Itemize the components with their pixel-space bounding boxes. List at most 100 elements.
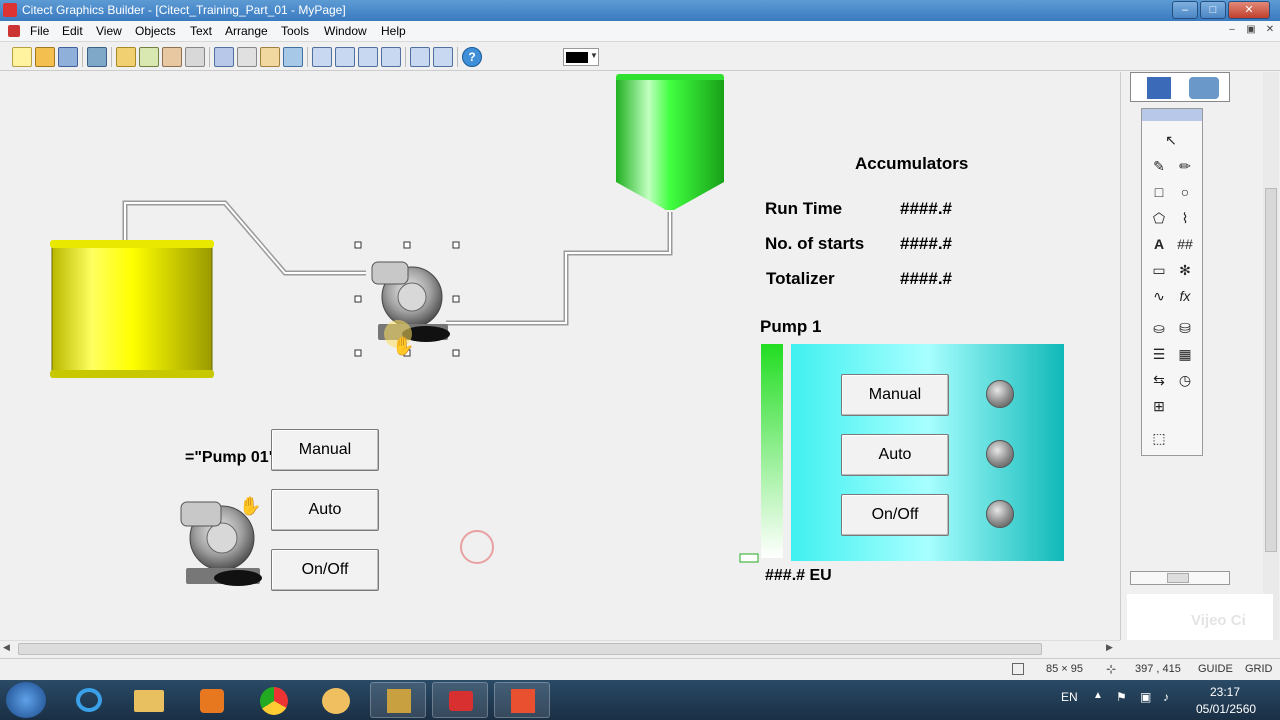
drawing-canvas[interactable]: ✋ ✋ Accumulators Run Time ####.# No. of … (6, 72, 1118, 640)
tray-flag-icon[interactable]: ⚑ (1116, 690, 1127, 704)
language-indicator[interactable]: EN (1061, 690, 1078, 704)
vertical-scrollbar[interactable] (1263, 72, 1279, 640)
color-picker[interactable]: ▼ (563, 48, 599, 66)
ie-taskbar-icon[interactable] (62, 682, 118, 718)
status-bar: 85 × 95 ⊹ 397 , 415 GUIDE GRID (0, 658, 1280, 680)
menu-window[interactable]: Window (324, 24, 367, 38)
mdi-close-button[interactable]: ✕ (1262, 24, 1278, 38)
palette-titlebar[interactable] (1142, 109, 1202, 121)
maximize-button[interactable]: □ (1200, 1, 1226, 19)
save-icon[interactable] (58, 47, 78, 67)
undo-icon[interactable] (283, 47, 303, 67)
report-tool-icon[interactable]: ⊞ (1148, 395, 1170, 417)
citect-project-taskbar-icon[interactable] (432, 682, 488, 718)
horizontal-scrollbar[interactable]: ◀ ▶ (0, 640, 1120, 656)
clock-tool-icon[interactable]: ◷ (1174, 369, 1196, 391)
genie-onoff-button[interactable]: On/Off (271, 549, 379, 591)
toolbar: ? ▼ (0, 43, 1280, 71)
tray-expand-icon[interactable]: ▲ (1093, 690, 1103, 701)
polygon-tool-icon[interactable]: ⬠ (1148, 207, 1170, 229)
toolbar-separator (307, 47, 308, 67)
properties-icon[interactable] (185, 47, 205, 67)
group-icon[interactable] (312, 47, 332, 67)
duplicate-icon[interactable] (237, 47, 257, 67)
totalizer-label: Totalizer (766, 269, 835, 288)
object-tree-icon[interactable] (1147, 77, 1171, 99)
distribute-icon[interactable] (433, 47, 453, 67)
library-icon[interactable] (214, 47, 234, 67)
ungroup-icon[interactable] (335, 47, 355, 67)
help-icon[interactable]: ? (462, 47, 482, 67)
hand-cursor-icon: ✋ (239, 496, 262, 516)
media-player-taskbar-icon[interactable] (184, 682, 240, 718)
new-page-icon[interactable] (12, 47, 32, 67)
number-tool-icon[interactable]: ## (1174, 233, 1196, 255)
menu-tools[interactable]: Tools (281, 24, 309, 38)
copy-icon[interactable] (139, 47, 159, 67)
watermark-area: Vijeo Ci (1127, 594, 1273, 640)
grid-indicator[interactable]: GRID (1245, 663, 1273, 675)
panel-manual-button[interactable]: Manual (841, 374, 949, 416)
menu-help[interactable]: Help (381, 24, 406, 38)
tray-volume-icon[interactable]: ♪ (1163, 690, 1169, 704)
minimize-button[interactable]: – (1172, 1, 1198, 19)
text-tool-icon[interactable]: A (1148, 233, 1170, 255)
horizontal-scroll-thumb[interactable] (18, 643, 1042, 655)
cut-icon[interactable] (116, 47, 136, 67)
menu-text[interactable]: Text (190, 24, 212, 38)
paste-genie-tool-icon[interactable]: ⛁ (1174, 317, 1196, 339)
clipboard-icon[interactable] (260, 47, 280, 67)
button-tool-icon[interactable]: ▭ (1148, 259, 1170, 281)
paint-taskbar-icon[interactable] (308, 682, 364, 718)
menu-edit[interactable]: Edit (62, 24, 83, 38)
rectangle-tool-icon[interactable]: □ (1148, 181, 1170, 203)
menu-arrange[interactable]: Arrange (225, 24, 268, 38)
trend-tool-icon[interactable]: ∿ (1148, 285, 1170, 307)
graphics-builder-taskbar-icon[interactable] (494, 682, 550, 718)
tray-network-icon[interactable]: ▣ (1140, 690, 1151, 704)
pencil-tool-icon[interactable]: ✏ (1174, 155, 1196, 177)
paste-symbol-tool-icon[interactable]: ⛀ (1148, 317, 1170, 339)
start-button-icon[interactable] (6, 682, 46, 718)
vertical-scroll-thumb[interactable] (1265, 188, 1277, 552)
align-icon[interactable] (410, 47, 430, 67)
bring-forward-icon[interactable] (358, 47, 378, 67)
symbol-set-tool-icon[interactable]: ✻ (1174, 259, 1196, 281)
transfer-tool-icon[interactable]: ⇆ (1148, 369, 1170, 391)
send-backward-icon[interactable] (381, 47, 401, 67)
mdi-minimize-button[interactable]: – (1224, 24, 1240, 38)
menu-file[interactable]: File (30, 24, 49, 38)
panel-auto-button[interactable]: Auto (841, 434, 949, 476)
menu-objects[interactable]: Objects (135, 24, 176, 38)
cicode-tool-icon[interactable]: fx (1174, 285, 1196, 307)
explorer-taskbar-icon[interactable] (122, 682, 178, 718)
genie-auto-button[interactable]: Auto (271, 489, 379, 531)
chrome-taskbar-icon[interactable] (246, 682, 302, 718)
citect-explorer-taskbar-icon[interactable] (370, 682, 426, 718)
palette-hscroll[interactable] (1130, 571, 1230, 585)
print-icon[interactable] (87, 47, 107, 67)
menu-view[interactable]: View (96, 24, 122, 38)
clock-time[interactable]: 23:17 (1210, 685, 1240, 699)
paste-icon[interactable] (162, 47, 182, 67)
genie-manual-button[interactable]: Manual (271, 429, 379, 471)
pipe-tool-icon[interactable]: ⌇ (1174, 207, 1196, 229)
pointer-tool-icon[interactable]: ↖ (1160, 129, 1182, 151)
database-tool-icon[interactable]: ☰ (1148, 343, 1170, 365)
document-icon[interactable] (8, 25, 20, 37)
guide-indicator[interactable]: GUIDE (1198, 663, 1233, 675)
palette-hscroll-thumb[interactable] (1167, 573, 1189, 583)
chart-tool-icon[interactable]: ⬚ (1148, 427, 1170, 449)
scroll-right-icon[interactable]: ▶ (1106, 642, 1113, 653)
palette-tab-bar (1130, 72, 1230, 102)
ellipse-tool-icon[interactable]: ○ (1174, 181, 1196, 203)
scroll-left-icon[interactable]: ◀ (3, 642, 10, 653)
clock-date[interactable]: 05/01/2560 (1196, 702, 1256, 716)
open-icon[interactable] (35, 47, 55, 67)
close-button[interactable]: ✕ (1228, 1, 1270, 19)
table-tool-icon[interactable]: ▦ (1174, 343, 1196, 365)
pen-tool-icon[interactable]: ✎ (1148, 155, 1170, 177)
mdi-restore-button[interactable]: ▣ (1243, 24, 1259, 38)
toolbox-icon[interactable] (1189, 77, 1219, 99)
panel-onoff-button[interactable]: On/Off (841, 494, 949, 536)
